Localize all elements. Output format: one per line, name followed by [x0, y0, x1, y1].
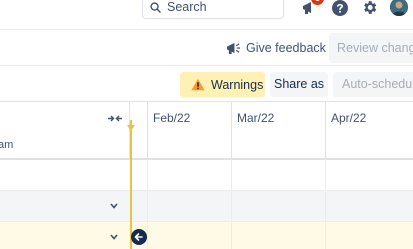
search-input[interactable]: Search — [142, 0, 284, 19]
timeline-grid: am Feb/22 Mar/22 Apr/22 — [0, 102, 413, 249]
table-row — [0, 191, 413, 222]
table-row — [0, 160, 413, 191]
scroll-to-bar-button[interactable] — [131, 229, 147, 245]
today-marker-triangle — [127, 125, 135, 131]
help-icon — [332, 0, 348, 16]
megaphone-icon — [227, 42, 240, 54]
avatar-image-icon — [390, 0, 408, 16]
month-gridline — [325, 160, 326, 249]
month-mar: Mar/22 — [231, 102, 325, 160]
timeline-month-header: Feb/22 Mar/22 Apr/22 — [130, 102, 413, 160]
table-row-highlighted — [0, 222, 413, 249]
chevron-down-icon[interactable] — [110, 203, 118, 209]
search-icon — [150, 2, 161, 13]
give-feedback-label: Give feedback — [246, 41, 326, 55]
arrow-left-icon — [134, 233, 143, 241]
warnings-button[interactable]: Warnings — [180, 72, 265, 97]
issue-column-header: am — [0, 102, 130, 160]
top-navigation-bar: Search 5 — [0, 0, 413, 30]
review-changes-button[interactable]: Review changes — [329, 33, 413, 63]
notifications-button[interactable]: 5 — [301, 0, 324, 16]
chevron-down-icon[interactable] — [110, 234, 118, 240]
month-feb: Feb/22 — [147, 102, 231, 160]
share-as-button[interactable]: Share as — [270, 72, 328, 97]
give-feedback-button[interactable]: Give feedback — [226, 38, 326, 58]
month-gridline — [147, 160, 148, 249]
month-gridline — [231, 160, 232, 249]
user-avatar[interactable] — [390, 0, 408, 16]
warning-icon — [191, 78, 205, 91]
month-apr: Apr/22 — [325, 102, 413, 160]
plan-header-toolbar: Give feedback Review changes — [0, 30, 413, 66]
settings-button[interactable] — [361, 0, 378, 21]
warnings-label: Warnings — [211, 77, 264, 92]
help-button[interactable] — [332, 0, 348, 21]
collapse-columns-icon[interactable] — [108, 110, 122, 128]
gear-icon — [364, 1, 377, 14]
team-column-label: am — [0, 139, 14, 151]
auto-schedule-button[interactable]: Auto-schedule — [333, 72, 413, 97]
timeline-toolbar: Warnings Share as Auto-schedule — [0, 66, 413, 102]
search-placeholder: Search — [167, 0, 207, 14]
